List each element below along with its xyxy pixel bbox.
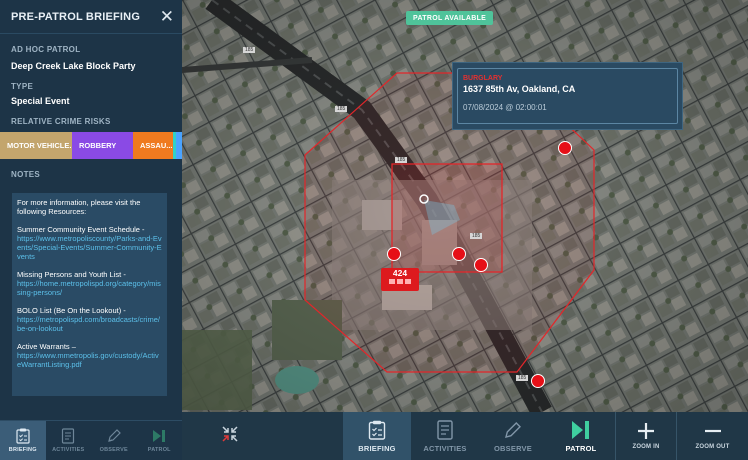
briefing-sidebar: PRE-PATROL BRIEFING ✕ AD HOC PATROL Deep…	[0, 0, 182, 460]
unit-light-bars	[381, 279, 419, 284]
pencil-icon	[505, 421, 521, 438]
zoom-out-button[interactable]: ZOOM OUT	[676, 412, 748, 460]
notes-item-link[interactable]: https://www.metropoliscounty/Parks-and-E…	[17, 234, 162, 262]
toolbar-briefing-button[interactable]: BRIEFING	[343, 412, 411, 460]
unit-number: 424	[392, 268, 408, 278]
risk-segment-assault[interactable]: ASSAU...	[133, 132, 173, 159]
road-label: 185	[243, 47, 256, 53]
type-value-wrap: Special Event	[0, 96, 81, 106]
activity-list-icon	[437, 419, 453, 440]
patrol-unit-marker[interactable]: 424	[381, 268, 419, 291]
clipboard-check-icon	[16, 428, 30, 444]
incident-marker[interactable]	[452, 247, 466, 261]
risks-section: RELATIVE CRIME RISKS	[0, 117, 122, 126]
sidebar-header: PRE-PATROL BRIEFING ✕	[0, 0, 182, 34]
satellite-map[interactable]: 185 185 185 185 185 PATROL AVAILABLE BUR…	[182, 0, 748, 412]
type-section: TYPE	[0, 82, 44, 91]
notes-item-title: Active Warrants –	[17, 341, 76, 351]
notes-section: NOTES	[0, 170, 51, 179]
sidebar-tab-activities-label: ACTIVITIES	[52, 447, 85, 453]
incident-type: BURGLARY	[463, 75, 503, 82]
zoom-out-label: ZOOM OUT	[695, 444, 730, 450]
risk-segment-motor-vehicle[interactable]: MOTOR VEHICLE...	[0, 132, 72, 159]
zoom-in-button[interactable]: ZOOM IN	[615, 412, 676, 460]
sidebar-tab-observe-label: OBSERVE	[99, 447, 128, 453]
toolbar-activities-label: ACTIVITIES	[423, 443, 467, 453]
notes-item: Active Warrants – https://www.mmetropoli…	[17, 342, 162, 370]
incident-callout[interactable]: BURGLARY 1637 85th Av, Oakland, CA 07/08…	[452, 62, 683, 130]
sidebar-title: PRE-PATROL BRIEFING	[11, 10, 141, 23]
risk-segment-robbery[interactable]: ROBBERY	[72, 132, 133, 159]
road-label: 185	[395, 157, 408, 163]
app-root: PRE-PATROL BRIEFING ✕ AD HOC PATROL Deep…	[0, 0, 748, 460]
close-icon[interactable]: ✕	[160, 8, 174, 25]
incident-address: 1637 85th Av, Oakland, CA	[463, 84, 576, 94]
toolbar-observe-label: OBSERVE	[494, 443, 532, 453]
notes-item-title: Summer Community Event Schedule -	[17, 224, 145, 234]
clipboard-check-icon	[368, 420, 386, 440]
sidebar-tab-activities[interactable]: ACTIVITIES	[46, 421, 92, 460]
incident-callout-inner: BURGLARY 1637 85th Av, Oakland, CA 07/08…	[457, 68, 678, 124]
sidebar-tab-briefing-label: BRIEFING	[8, 447, 37, 453]
type-value: Special Event	[11, 96, 70, 106]
play-pause-icon	[153, 430, 166, 442]
incident-datetime: 07/08/2024 @ 02:00:01	[463, 103, 547, 112]
road-label: 185	[516, 375, 529, 381]
toolbar-patrol-button[interactable]: PATROL	[547, 412, 615, 460]
collapse-arrows-icon	[222, 426, 238, 442]
minus-icon	[704, 429, 721, 433]
adhoc-value: Deep Creek Lake Block Party	[11, 61, 136, 71]
notes-item: BOLO List (Be On the Lookout) - https://…	[17, 306, 162, 334]
sidebar-tab-observe[interactable]: OBSERVE	[91, 421, 137, 460]
patrol-available-badge: PATROL AVAILABLE	[406, 11, 494, 25]
toolbar-patrol-label: PATROL	[565, 443, 597, 453]
collapse-button[interactable]	[182, 412, 278, 460]
notes-item: Missing Persons and Youth List - https:/…	[17, 270, 162, 298]
notes-box: For more information, please visit the f…	[12, 193, 167, 396]
crime-risk-bar: MOTOR VEHICLE... ROBBERY ASSAU...	[0, 132, 182, 159]
notes-label: NOTES	[11, 170, 41, 179]
activity-list-icon	[62, 428, 75, 444]
type-label: TYPE	[11, 82, 34, 91]
toolbar-briefing-label: BRIEFING	[358, 443, 396, 453]
adhoc-label: AD HOC PATROL	[11, 45, 81, 54]
notes-item-link[interactable]: https://www.mmetropolis.gov/custody/Acti…	[17, 351, 159, 369]
notes-item-link[interactable]: https://home.metropolispd.org/category/m…	[17, 279, 161, 297]
road-label: 185	[335, 106, 348, 112]
adhoc-value-wrap: Deep Creek Lake Block Party	[0, 61, 147, 71]
notes-item: Summer Community Event Schedule - https:…	[17, 225, 162, 262]
incident-marker[interactable]	[387, 247, 401, 261]
sidebar-tabs: BRIEFING ACTIVITIES OBSERVE PATROL	[0, 420, 182, 460]
adhoc-section: AD HOC PATROL	[0, 45, 91, 54]
zoom-in-label: ZOOM IN	[632, 444, 660, 450]
toolbar-activities-button[interactable]: ACTIVITIES	[411, 412, 479, 460]
notes-item-link[interactable]: https://metropolispd.com/broadcasts/crim…	[17, 315, 160, 333]
risks-label: RELATIVE CRIME RISKS	[11, 117, 111, 126]
incident-marker[interactable]	[474, 258, 488, 272]
incident-marker[interactable]	[558, 141, 572, 155]
road-label: 185	[470, 233, 483, 239]
incident-marker[interactable]	[531, 374, 545, 388]
toolbar-observe-button[interactable]: OBSERVE	[479, 412, 547, 460]
plus-icon	[638, 423, 654, 439]
play-pause-icon	[572, 420, 589, 439]
pencil-icon	[107, 429, 121, 442]
bottom-toolbar: BRIEFING ACTIVITIES OBSERVE PATROL ZOOM …	[182, 412, 748, 460]
sidebar-tab-briefing[interactable]: BRIEFING	[0, 421, 46, 460]
notes-item-title: BOLO List (Be On the Lookout) -	[17, 305, 126, 315]
sidebar-tab-patrol[interactable]: PATROL	[137, 421, 183, 460]
notes-intro: For more information, please visit the f…	[17, 198, 141, 217]
notes-item-title: Missing Persons and Youth List -	[17, 269, 126, 279]
sidebar-tab-patrol-label: PATROL	[147, 447, 171, 453]
